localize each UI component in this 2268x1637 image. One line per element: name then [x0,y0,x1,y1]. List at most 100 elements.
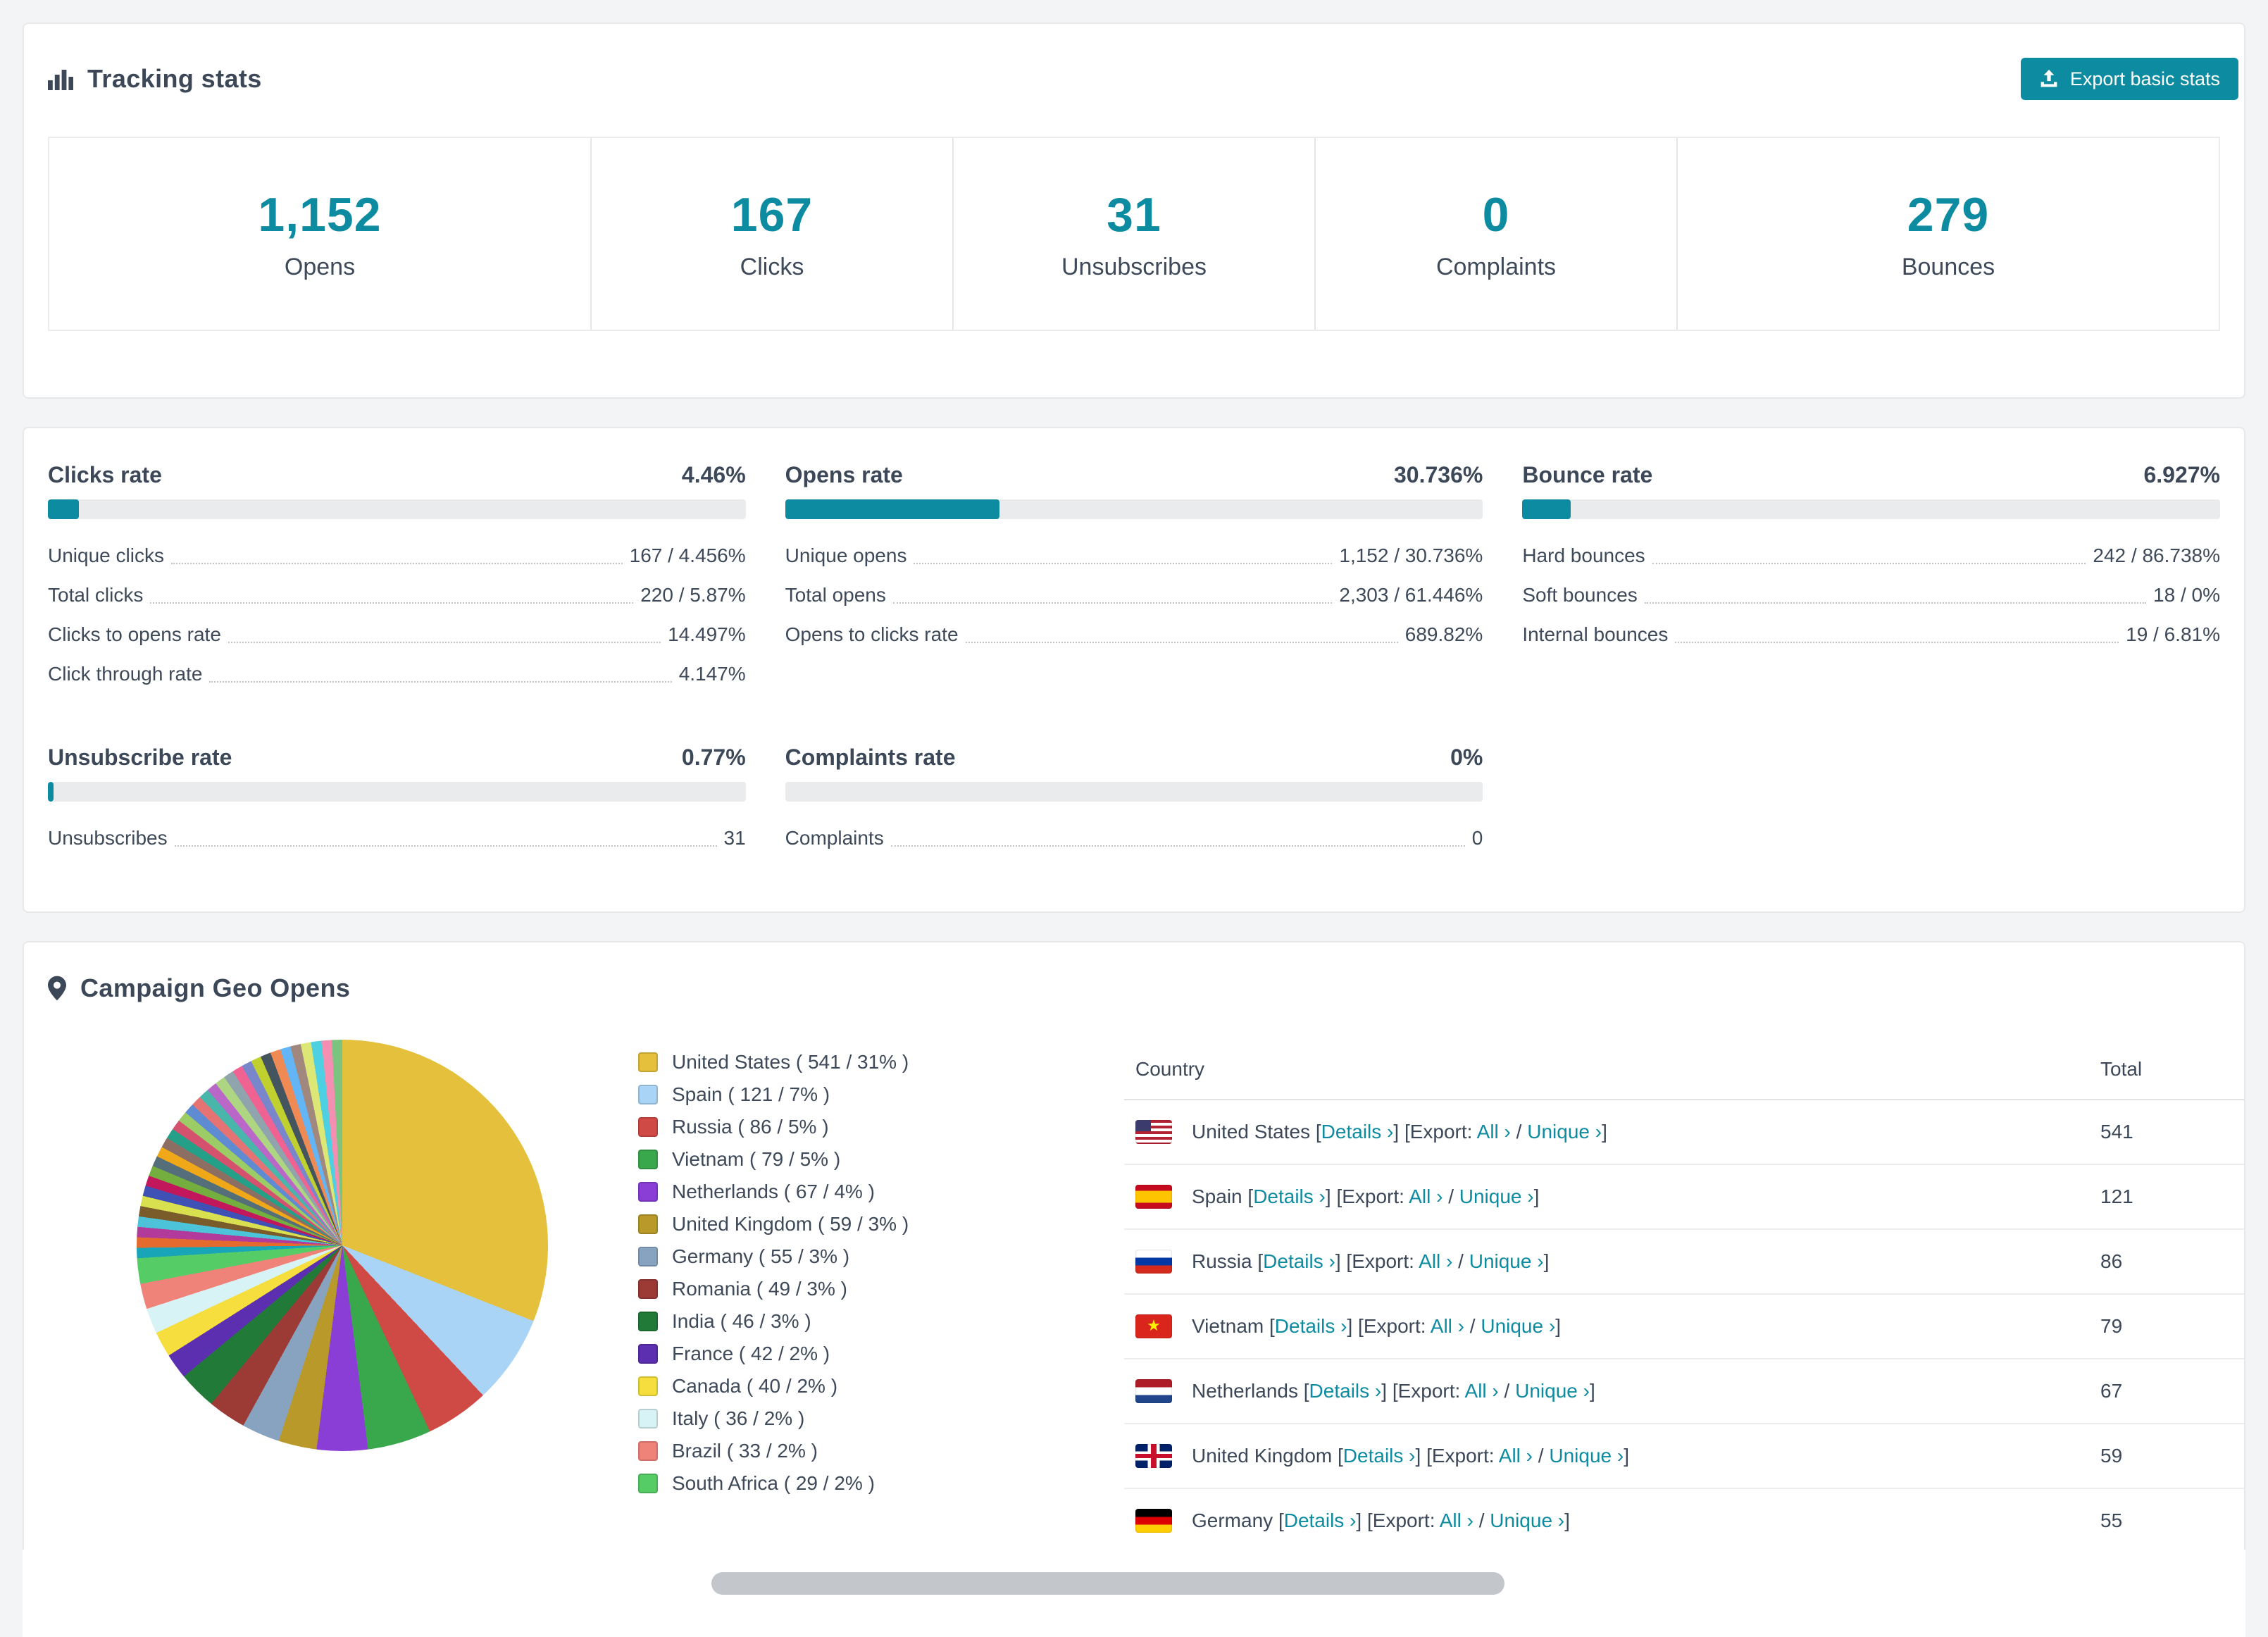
legend-item[interactable]: South Africa ( 29 / 2% ) [638,1472,1124,1495]
rate-block-clicks: Clicks rate 4.46% Unique clicks 167 / 4.… [48,462,746,694]
export-all-link[interactable]: All › [1477,1121,1511,1143]
rate-row-label: Unique opens [785,544,907,566]
bracket-open: [ [1278,1510,1284,1531]
complaints-rate-value: 0% [1450,745,1483,770]
clicks-rate-progress-fill [48,499,80,519]
legend-label: France ( 42 / 2% ) [672,1343,830,1364]
legend-item[interactable]: Canada ( 40 / 2% ) [638,1375,1124,1398]
details-link[interactable]: Details › [1284,1510,1357,1531]
metric-value: 31 [1107,187,1161,242]
dotted-leader [892,602,1333,604]
legend-label: Brazil ( 33 / 2% ) [672,1440,818,1462]
table-row: United States [Details ›] [Export: All ›… [1124,1100,2244,1164]
page-title: Tracking stats [87,64,262,93]
export-all-link[interactable]: All › [1431,1315,1464,1337]
export-all-link[interactable]: All › [1419,1250,1452,1272]
metric-value: 1,152 [258,187,382,242]
bracket-open: [ [1303,1380,1309,1402]
legend-item[interactable]: Romania ( 49 / 3% ) [638,1278,1124,1300]
tracking-stats-card: Tracking stats Export basic stats 1,152 … [23,23,2245,399]
export-prefix: [Export: [1404,1121,1473,1143]
metric-box: 1,152 Opens [49,138,590,330]
export-all-link[interactable]: All › [1499,1445,1533,1467]
rate-block-bounce: Bounce rate 6.927% Hard bounces 242 / 86… [1522,462,2220,694]
geo-legend: United States ( 541 / 31% ) Spain ( 121 … [638,1040,1124,1554]
details-link[interactable]: Details › [1343,1445,1416,1467]
details-link[interactable]: Details › [1275,1315,1347,1337]
geo-pie-chart[interactable] [137,1040,548,1451]
export-unique-link[interactable]: Unique › [1469,1250,1544,1272]
legend-swatch [638,1312,658,1331]
opens-rate-value: 30.736% [1394,462,1483,487]
country-name: Netherlands [1192,1380,1298,1402]
campaign-geo-opens-card: Campaign Geo Opens United States ( 541 /… [23,941,2245,1555]
legend-item[interactable]: France ( 42 / 2% ) [638,1343,1124,1365]
metric-label: Bounces [1901,253,1995,280]
rate-row-value: 167 / 4.456% [629,544,746,566]
export-unique-link[interactable]: Unique › [1527,1121,1602,1143]
rate-row: Complaints 0 [785,818,1483,858]
metric-label: Unsubscribes [1061,253,1207,280]
legend-item[interactable]: Netherlands ( 67 / 4% ) [638,1181,1124,1203]
rate-row-label: Click through rate [48,663,203,685]
legend-item[interactable]: Brazil ( 33 / 2% ) [638,1440,1124,1462]
rate-row: Soft bounces 18 / 0% [1522,575,2220,615]
rate-row: Unique opens 1,152 / 30.736% [785,536,1483,575]
dotted-leader [209,681,672,683]
metric-value: 167 [730,187,814,242]
bracket-close: ] [1533,1185,1540,1207]
country-name: United Kingdom [1192,1445,1333,1467]
legend-item[interactable]: Spain ( 121 / 7% ) [638,1083,1124,1106]
export-unique-link[interactable]: Unique › [1490,1510,1564,1531]
flag-icon [1135,1250,1172,1274]
export-unique-link[interactable]: Unique › [1481,1315,1555,1337]
export-all-link[interactable]: All › [1440,1510,1473,1531]
export-basic-stats-button[interactable]: Export basic stats [2020,58,2238,100]
legend-item[interactable]: Vietnam ( 79 / 5% ) [638,1148,1124,1171]
legend-item[interactable]: India ( 46 / 3% ) [638,1310,1124,1333]
tracking-stats-header: Tracking stats Export basic stats [24,24,2244,100]
rate-row: Unsubscribes 31 [48,818,746,858]
bracket-close: ] [1543,1250,1550,1272]
details-link[interactable]: Details › [1321,1121,1394,1143]
export-unique-link[interactable]: Unique › [1459,1185,1534,1207]
legend-item[interactable]: United Kingdom ( 59 / 3% ) [638,1213,1124,1235]
export-all-link[interactable]: All › [1409,1185,1443,1207]
legend-label: Canada ( 40 / 2% ) [672,1375,838,1397]
details-link[interactable]: Details › [1263,1250,1335,1272]
country-name: Spain [1192,1185,1242,1207]
legend-item[interactable]: Italy ( 36 / 2% ) [638,1407,1124,1430]
rate-row-label: Hard bounces [1522,544,1645,566]
horizontal-scrollbar-thumb[interactable] [711,1572,1504,1595]
details-link[interactable]: Details › [1309,1380,1382,1402]
legend-item[interactable]: United States ( 541 / 31% ) [638,1051,1124,1073]
metric-box: 0 Complaints [1314,138,1676,330]
unsubscribe-rate-value: 0.77% [681,745,746,770]
bracket-close: ] [1356,1510,1362,1531]
legend-swatch [638,1182,658,1202]
details-link[interactable]: Details › [1253,1185,1326,1207]
legend-swatch [638,1150,658,1169]
export-unique-link[interactable]: Unique › [1549,1445,1624,1467]
clicks-rate-value: 4.46% [681,462,746,487]
bounce-rate-progress-fill [1522,499,1571,519]
country-column-header: Country [1135,1058,1205,1080]
export-icon [2039,69,2059,89]
legend-label: Netherlands ( 67 / 4% ) [672,1181,875,1202]
export-all-link[interactable]: All › [1465,1380,1499,1402]
rate-row-value: 1,152 / 30.736% [1339,544,1483,566]
legend-label: Germany ( 55 / 3% ) [672,1245,850,1267]
legend-item[interactable]: Germany ( 55 / 3% ) [638,1245,1124,1268]
legend-item[interactable]: Russia ( 86 / 5% ) [638,1116,1124,1138]
bracket-open: [ [1257,1250,1264,1272]
dotted-leader [150,602,634,604]
rate-row-value: 14.497% [668,623,746,645]
export-unique-link[interactable]: Unique › [1515,1380,1590,1402]
legend-swatch [638,1214,658,1234]
dotted-leader [965,642,1398,643]
metric-box: 31 Unsubscribes [952,138,1314,330]
dotted-leader [890,845,1465,847]
total-value: 121 [2100,1185,2133,1207]
metric-label: Clicks [740,253,804,280]
rate-row-label: Total opens [785,584,886,606]
